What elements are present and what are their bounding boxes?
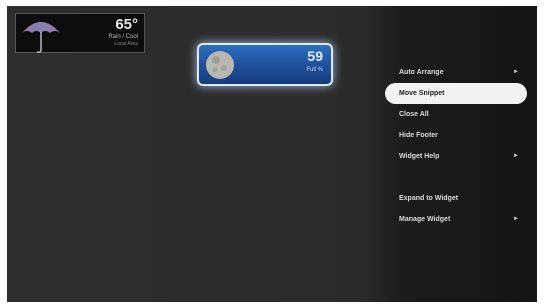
menu-item-auto-arrange[interactable]: Auto Arrange ► [385, 62, 527, 83]
weather-snippet[interactable]: 65° Rain / Cool Local Area [15, 13, 145, 53]
moon-value: 59 [307, 48, 323, 64]
menu-item-manage-widget[interactable]: Manage Widget ► [385, 209, 527, 230]
submenu-arrow-icon: ► [513, 153, 519, 159]
menu-item-label: Auto Arrange [399, 69, 444, 76]
weather-condition: Rain / Cool [108, 34, 138, 40]
menu-item-label: Close All [399, 111, 429, 118]
menu-item-label: Hide Footer [399, 132, 438, 139]
menu-item-label: Expand to Widget [399, 195, 459, 202]
moon-label: Full % [306, 67, 323, 73]
menu-item-move-snippet[interactable]: Move Snippet [385, 83, 527, 104]
menu-item-expand-to-widget[interactable]: Expand to Widget [385, 188, 527, 209]
menu-item-hide-footer[interactable]: Hide Footer [385, 125, 527, 146]
submenu-arrow-icon: ► [513, 69, 519, 75]
weather-temperature: 65° [115, 16, 138, 33]
menu-spacer [385, 167, 527, 188]
weather-location: Local Area [114, 41, 138, 47]
submenu-arrow-icon: ► [513, 216, 519, 222]
moon-icon [206, 51, 234, 79]
umbrella-icon [22, 22, 60, 53]
menu-item-widget-help[interactable]: Widget Help ► [385, 146, 527, 167]
menu-item-close-all[interactable]: Close All [385, 104, 527, 125]
menu-item-label: Move Snippet [399, 90, 445, 97]
menu-item-label: Manage Widget [399, 216, 451, 223]
menu-item-label: Widget Help [399, 153, 440, 160]
context-menu: Auto Arrange ► Move Snippet Close All Hi… [385, 62, 527, 230]
moon-snippet[interactable]: 59 Full % [197, 43, 333, 86]
